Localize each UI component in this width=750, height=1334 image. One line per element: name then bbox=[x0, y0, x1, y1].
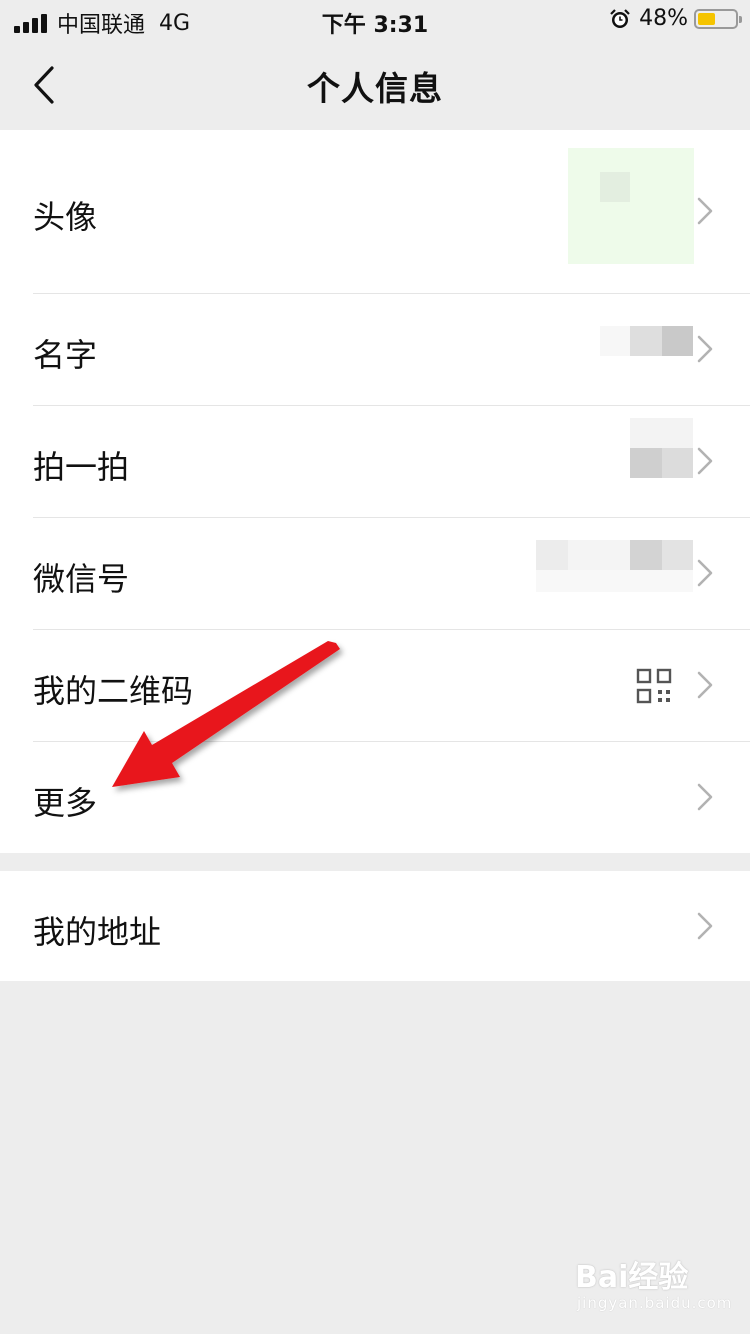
chevron-right-icon bbox=[697, 671, 713, 699]
avatar bbox=[568, 148, 694, 264]
battery-fill bbox=[698, 12, 716, 25]
address-list: 我的地址 bbox=[0, 871, 750, 981]
qr-code-icon bbox=[636, 668, 672, 704]
blurred-value bbox=[536, 570, 693, 592]
row-address-label: 我的地址 bbox=[33, 913, 162, 951]
chevron-right-icon bbox=[697, 197, 713, 225]
row-wechat-id[interactable]: 微信号 bbox=[0, 518, 750, 629]
watermark-logo: Bai经验 bbox=[575, 1260, 689, 1295]
row-avatar-label: 头像 bbox=[33, 198, 98, 236]
battery-icon bbox=[694, 8, 742, 29]
alarm-icon bbox=[610, 8, 630, 28]
blurred-value bbox=[662, 448, 693, 478]
blurred-value bbox=[600, 326, 630, 356]
row-pat-label: 拍一拍 bbox=[33, 448, 130, 486]
red-arrow-annotation bbox=[112, 641, 340, 787]
chevron-right-icon bbox=[697, 335, 713, 363]
row-name[interactable]: 名字 bbox=[0, 294, 750, 405]
chevron-right-icon bbox=[697, 447, 713, 475]
page-title: 个人信息 bbox=[307, 69, 443, 108]
chevron-right-icon bbox=[697, 559, 713, 587]
blurred-value bbox=[662, 540, 693, 570]
blurred-value bbox=[630, 540, 662, 570]
row-wechat-id-label: 微信号 bbox=[33, 560, 130, 598]
row-name-label: 名字 bbox=[33, 336, 98, 374]
row-avatar[interactable]: 头像 bbox=[0, 130, 750, 293]
row-address[interactable]: 我的地址 bbox=[0, 871, 750, 981]
blurred-value bbox=[536, 540, 568, 570]
chevron-right-icon bbox=[697, 912, 713, 940]
blurred-value bbox=[662, 326, 693, 356]
row-more-label: 更多 bbox=[33, 784, 98, 822]
battery-percent: 48% bbox=[639, 6, 688, 31]
watermark: Bai经验 jingyan.baidu.com bbox=[575, 1252, 731, 1318]
chevron-right-icon bbox=[697, 783, 713, 811]
status-bar: 中国联通 4G 下午 3:31 48% bbox=[0, 0, 750, 40]
watermark-url: jingyan.baidu.com bbox=[577, 1294, 733, 1312]
row-pat[interactable]: 拍一拍 bbox=[0, 406, 750, 517]
blurred-value bbox=[630, 418, 693, 448]
blurred-value bbox=[630, 326, 662, 356]
nav-bar: 个人信息 bbox=[0, 40, 750, 130]
blurred-value bbox=[630, 448, 662, 478]
blurred-value bbox=[568, 540, 630, 570]
status-right: 48% bbox=[609, 6, 742, 31]
